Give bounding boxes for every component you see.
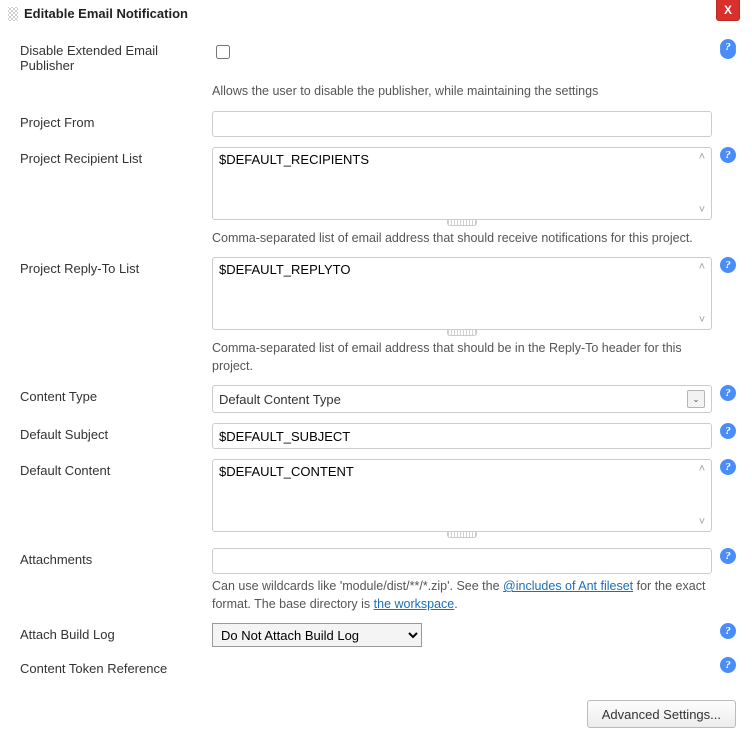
- label-attachments: Attachments: [20, 548, 212, 567]
- default-content-wrap: $DEFAULT_CONTENT ˄ ˅: [212, 459, 712, 532]
- link-workspace[interactable]: the workspace: [374, 597, 455, 611]
- scroll-down-icon: ˅: [695, 203, 709, 217]
- label-token-reference: Content Token Reference: [20, 657, 212, 676]
- recipient-list-textarea[interactable]: $DEFAULT_RECIPIENTS: [213, 148, 711, 216]
- row-default-subject: Default Subject ?: [20, 423, 736, 449]
- scroll-down-icon: ˅: [695, 313, 709, 327]
- row-disable-publisher-desc: Allows the user to disable the publisher…: [20, 79, 736, 101]
- label-project-from: Project From: [20, 111, 212, 130]
- content-type-select[interactable]: Default Content Type ⌄: [212, 385, 712, 413]
- help-icon[interactable]: ?: [720, 257, 736, 273]
- help-icon[interactable]: ?: [720, 423, 736, 439]
- help-icon[interactable]: ?: [720, 623, 736, 639]
- resize-grip[interactable]: [447, 329, 477, 336]
- panel-title: Editable Email Notification: [24, 6, 188, 21]
- help-icon[interactable]: ?: [720, 657, 736, 673]
- chevron-down-icon: ⌄: [687, 390, 705, 408]
- desc-disable-publisher: Allows the user to disable the publisher…: [212, 83, 712, 101]
- row-attachments: Attachments ? Can use wildcards like 'mo…: [20, 548, 736, 613]
- row-replyto-list: Project Reply-To List $DEFAULT_REPLYTO ˄…: [20, 257, 736, 375]
- label-attach-log: Attach Build Log: [20, 623, 212, 642]
- scroll-up-icon: ˄: [695, 462, 709, 476]
- link-ant-fileset[interactable]: @includes of Ant fileset: [503, 579, 633, 593]
- help-icon[interactable]: ?: [720, 39, 736, 55]
- default-subject-input[interactable]: [212, 423, 712, 449]
- resize-grip[interactable]: [447, 531, 477, 538]
- form-area: Disable Extended Email Publisher ? Allow…: [0, 25, 752, 686]
- help-icon[interactable]: ?: [720, 459, 736, 475]
- help-icon[interactable]: ?: [720, 147, 736, 163]
- resize-grip[interactable]: [447, 219, 477, 226]
- row-disable-publisher: Disable Extended Email Publisher ?: [20, 39, 736, 73]
- close-button[interactable]: X: [716, 0, 740, 21]
- scroll-up-icon: ˄: [695, 260, 709, 274]
- row-token-reference: Content Token Reference ?: [20, 657, 736, 676]
- project-from-input[interactable]: [212, 111, 712, 137]
- row-content-type: Content Type Default Content Type ⌄ ?: [20, 385, 736, 413]
- row-project-from: Project From: [20, 111, 736, 137]
- row-default-content: Default Content $DEFAULT_CONTENT ˄ ˅ ?: [20, 459, 736, 538]
- attach-log-select[interactable]: Do Not Attach Build Log: [212, 623, 422, 647]
- help-icon[interactable]: ?: [720, 385, 736, 401]
- row-attach-log: Attach Build Log Do Not Attach Build Log…: [20, 623, 736, 647]
- label-disable-publisher: Disable Extended Email Publisher: [20, 39, 212, 73]
- drag-handle-icon[interactable]: [8, 7, 18, 21]
- scroll-up-icon: ˄: [695, 150, 709, 164]
- desc-replyto-list: Comma-separated list of email address th…: [212, 340, 712, 375]
- footer: Advanced Settings...: [0, 686, 752, 736]
- advanced-settings-button[interactable]: Advanced Settings...: [587, 700, 736, 728]
- label-recipient-list: Project Recipient List: [20, 147, 212, 166]
- help-icon[interactable]: ?: [720, 548, 736, 564]
- label-content-type: Content Type: [20, 385, 212, 404]
- content-type-selected: Default Content Type: [219, 392, 341, 407]
- row-recipient-list: Project Recipient List $DEFAULT_RECIPIEN…: [20, 147, 736, 248]
- default-content-textarea[interactable]: $DEFAULT_CONTENT: [213, 460, 711, 528]
- label-replyto-list: Project Reply-To List: [20, 257, 212, 276]
- desc-attachments: Can use wildcards like 'module/dist/**/*…: [212, 578, 712, 613]
- panel-header: Editable Email Notification X: [0, 0, 752, 25]
- replyto-list-textarea[interactable]: $DEFAULT_REPLYTO: [213, 258, 711, 326]
- recipient-list-wrap: $DEFAULT_RECIPIENTS ˄ ˅: [212, 147, 712, 220]
- replyto-list-wrap: $DEFAULT_REPLYTO ˄ ˅: [212, 257, 712, 330]
- attachments-input[interactable]: [212, 548, 712, 574]
- scroll-down-icon: ˅: [695, 515, 709, 529]
- desc-recipient-list: Comma-separated list of email address th…: [212, 230, 712, 248]
- disable-publisher-checkbox[interactable]: [216, 45, 230, 59]
- label-default-content: Default Content: [20, 459, 212, 478]
- label-default-subject: Default Subject: [20, 423, 212, 442]
